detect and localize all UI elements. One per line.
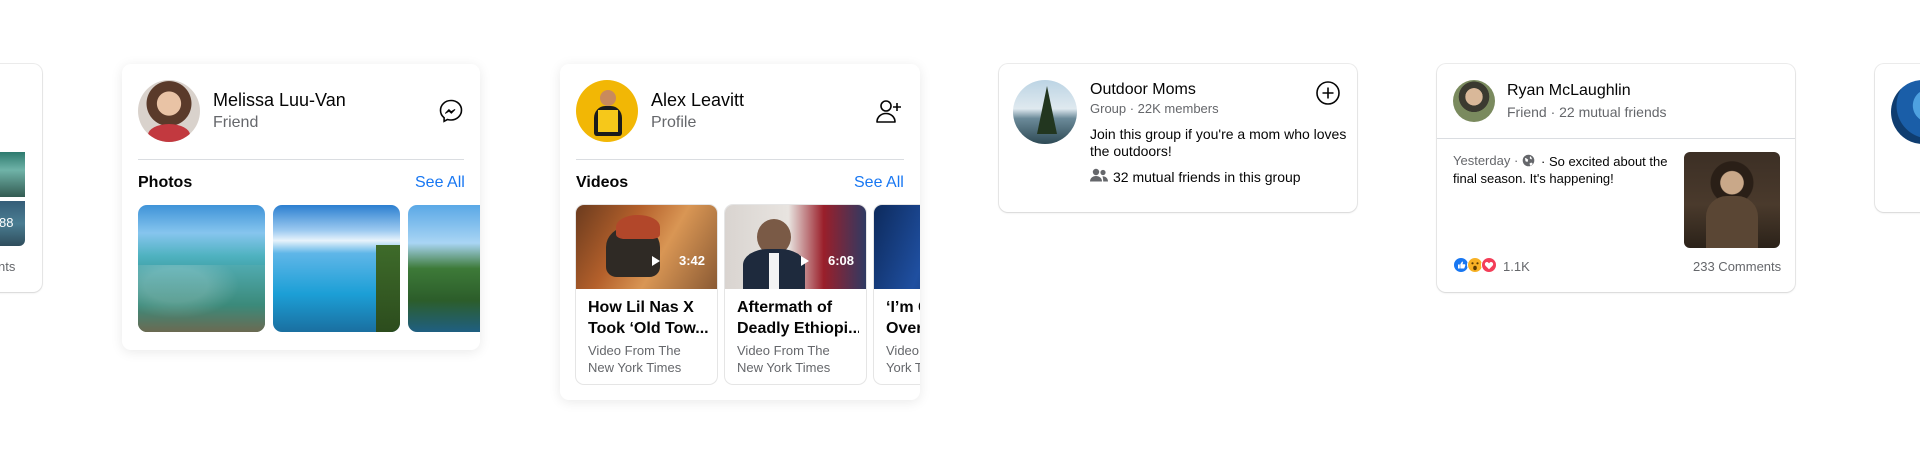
divider bbox=[576, 159, 904, 160]
video-thumbnail[interactable] bbox=[725, 205, 866, 289]
add-circle-icon[interactable] bbox=[1315, 80, 1341, 106]
video-title[interactable]: How Lil Nas X Took ‘Old Tow... bbox=[588, 297, 710, 339]
group-avatar[interactable] bbox=[1013, 80, 1077, 144]
photo-thumbnail[interactable] bbox=[273, 205, 400, 332]
avatar[interactable] bbox=[1891, 80, 1920, 144]
reactions-count[interactable]: 1.1K bbox=[1503, 259, 1530, 274]
avatar[interactable] bbox=[138, 80, 200, 142]
section-title-videos: Videos bbox=[576, 174, 629, 191]
divider bbox=[138, 159, 464, 160]
video-source: Video IYork Ti bbox=[886, 343, 920, 375]
video-card[interactable]: 6:08 Aftermath of Deadly Ethiopi... Video… bbox=[725, 205, 866, 384]
mutual-friends-text[interactable]: 32 mutual friends in this group bbox=[1113, 169, 1301, 185]
play-icon bbox=[652, 256, 660, 266]
comments-count[interactable]: ments bbox=[0, 259, 15, 274]
post-photo[interactable] bbox=[1684, 152, 1780, 248]
avatar[interactable] bbox=[576, 80, 638, 142]
avatar[interactable] bbox=[1453, 80, 1495, 122]
person-card-melissa[interactable]: Melissa Luu-Van Friend Photos See All bbox=[122, 64, 480, 350]
messenger-icon[interactable] bbox=[438, 98, 464, 124]
search-results-strip: 88 ments Melissa Luu-Van Friend Photos S… bbox=[0, 0, 1920, 461]
divider bbox=[1437, 138, 1795, 139]
mutual-friends-icon bbox=[1090, 168, 1108, 182]
add-friend-icon[interactable] bbox=[875, 98, 903, 124]
play-icon bbox=[801, 256, 809, 266]
profile-name[interactable]: Ryan McLaughlin bbox=[1507, 82, 1631, 100]
profile-name[interactable]: Melissa Luu-Van bbox=[213, 90, 346, 111]
see-all-photos-link[interactable]: See All bbox=[415, 174, 465, 192]
more-photos-count: 88 bbox=[0, 215, 14, 230]
section-title-photos: Photos bbox=[138, 174, 193, 191]
video-source: Video From The New York Times bbox=[737, 343, 831, 375]
video-source: Video From The New York Times bbox=[588, 343, 682, 375]
profile-name[interactable]: Alex Leavitt bbox=[651, 90, 744, 111]
group-card-outdoor-moms[interactable]: Outdoor Moms Group · 22K members Join th… bbox=[999, 64, 1357, 212]
video-thumbnail[interactable] bbox=[576, 205, 717, 289]
person-card-alex[interactable]: Alex Leavitt Profile Videos See All 3:42… bbox=[560, 64, 920, 400]
post-text: · So excited about the final season. It'… bbox=[1453, 154, 1668, 186]
person-card-ryan[interactable]: Ryan McLaughlin Friend · 22 mutual frien… bbox=[1437, 64, 1795, 292]
video-thumbnail[interactable] bbox=[874, 205, 920, 289]
photo-thumbnail[interactable] bbox=[138, 205, 265, 332]
partial-card-left[interactable]: 88 ments bbox=[0, 64, 42, 292]
video-title[interactable]: ‘I’m CoOverw bbox=[886, 297, 920, 339]
partial-card-right[interactable] bbox=[1875, 64, 1920, 212]
comments-count[interactable]: 233 Comments bbox=[1693, 259, 1781, 274]
video-card[interactable]: 3:42 How Lil Nas X Took ‘Old Tow... Video… bbox=[576, 205, 717, 384]
video-duration: 3:42 bbox=[678, 253, 705, 268]
reactions-icons[interactable] bbox=[1453, 257, 1499, 273]
see-all-videos-link[interactable]: See All bbox=[854, 174, 904, 192]
video-duration: 6:08 bbox=[827, 253, 854, 268]
post-photo-more[interactable]: 88 bbox=[0, 201, 25, 246]
post-photo[interactable] bbox=[0, 152, 25, 197]
relation-label: Friend · 22 mutual friends bbox=[1507, 104, 1667, 120]
relation-label: Friend bbox=[213, 114, 259, 131]
group-description: Join this group if you're a mom who love… bbox=[1090, 126, 1347, 159]
photo-thumbnail[interactable] bbox=[408, 205, 480, 332]
video-card[interactable]: ‘I’m CoOverw Video IYork Ti bbox=[874, 205, 920, 384]
video-title[interactable]: Aftermath of Deadly Ethiopi... bbox=[737, 297, 859, 339]
relation-label: Profile bbox=[651, 114, 697, 131]
group-name[interactable]: Outdoor Moms bbox=[1090, 81, 1196, 99]
group-meta: Group · 22K members bbox=[1090, 101, 1219, 116]
